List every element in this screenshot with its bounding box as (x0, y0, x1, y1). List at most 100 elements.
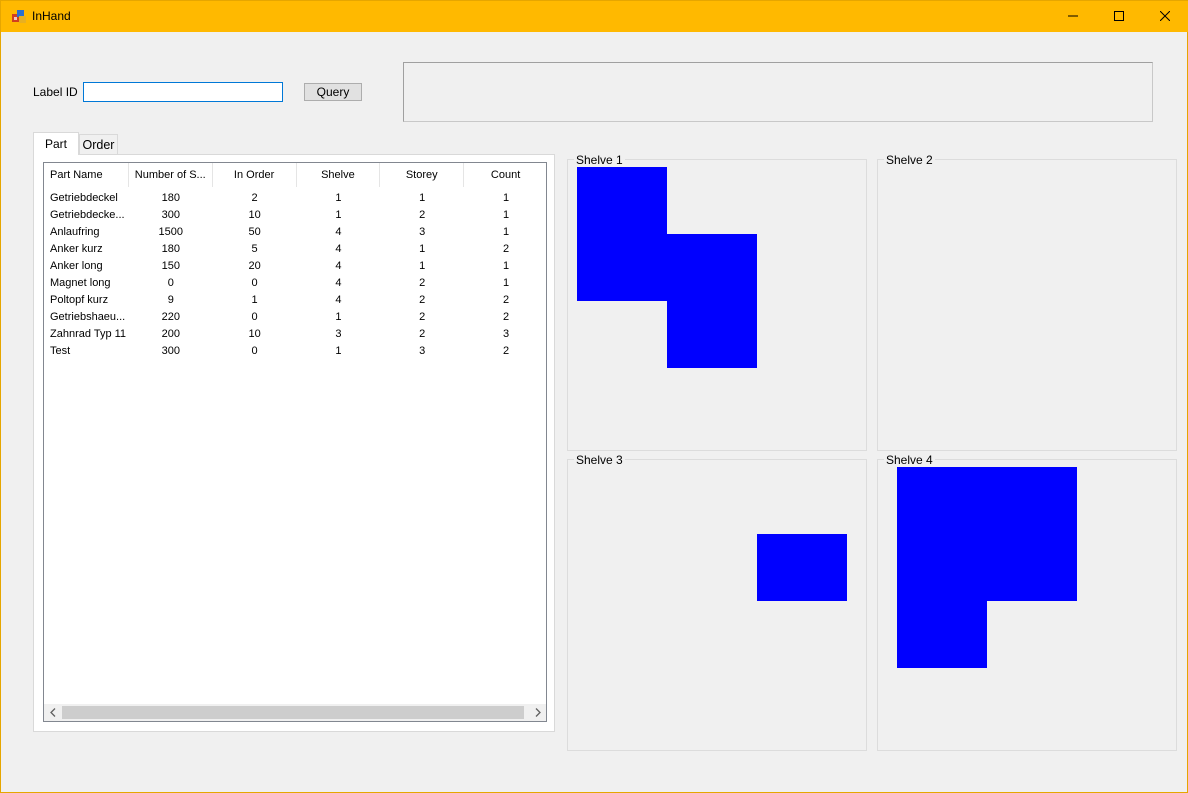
horizontal-scrollbar[interactable] (44, 704, 546, 721)
cell-number-of-stock: 1500 (158, 225, 183, 238)
cell-count: 1 (503, 276, 510, 289)
shelve-1-occupied-cell (667, 234, 757, 301)
table-row[interactable]: Getriebshaeu... 220 0 1 2 2 (44, 308, 546, 325)
cell-count: 1 (503, 208, 510, 221)
shelve-4-occupied-cell (897, 601, 987, 668)
cell-count: 2 (503, 242, 510, 255)
message-box (403, 62, 1153, 122)
cell-in-order: 1 (251, 293, 258, 306)
cell-part-name: Anlaufring (50, 225, 100, 238)
cell-storey: 2 (419, 208, 426, 221)
table-row[interactable]: Getriebdeckel 180 2 1 1 1 (44, 189, 546, 206)
cell-part-name: Getriebdecke... (50, 208, 125, 221)
label-id-label: Label ID (33, 85, 78, 99)
shelve-2-panel: Shelve 2 (877, 153, 1177, 451)
shelve-2-label: Shelve 2 (884, 153, 935, 167)
table-row[interactable]: Magnet long 0 0 4 2 1 (44, 274, 546, 291)
cell-number-of-stock: 150 (161, 259, 180, 272)
cell-storey: 2 (419, 293, 426, 306)
cell-shelve: 1 (335, 344, 342, 357)
cell-storey: 2 (419, 310, 426, 323)
maximize-button[interactable] (1096, 1, 1142, 31)
shelve-4-occupied-cell (897, 467, 987, 534)
column-header-in-order[interactable]: In Order (213, 163, 297, 187)
cell-count: 2 (503, 293, 510, 306)
cell-number-of-stock: 300 (161, 344, 180, 357)
cell-part-name: Anker long (50, 259, 103, 272)
shelve-3-occupied-cell (757, 534, 847, 601)
table-row[interactable]: Anker long 150 20 4 1 1 (44, 257, 546, 274)
cell-shelve: 4 (335, 259, 342, 272)
cell-part-name: Zahnrad Typ 11 (50, 327, 127, 340)
maximize-icon (1114, 11, 1124, 21)
column-header-shelve[interactable]: Shelve (297, 163, 381, 187)
cell-count: 1 (503, 259, 510, 272)
shelve-1-occupied-cell (667, 301, 757, 368)
window-title: InHand (32, 9, 71, 23)
shelve-4-occupied-cell (987, 534, 1077, 601)
cell-in-order: 0 (251, 344, 258, 357)
column-header-storey[interactable]: Storey (380, 163, 465, 187)
cell-shelve: 4 (335, 276, 342, 289)
cell-shelve: 4 (335, 225, 342, 238)
label-id-input[interactable] (83, 82, 283, 102)
cell-part-name: Getriebdeckel (50, 191, 118, 204)
cell-shelve: 1 (335, 208, 342, 221)
cell-storey: 3 (419, 225, 426, 238)
cell-storey: 1 (419, 191, 426, 204)
table-row[interactable]: Poltopf kurz 9 1 4 2 2 (44, 291, 546, 308)
cell-shelve: 3 (335, 327, 342, 340)
app-window: InHand Label ID Query Part Order Part Na… (0, 0, 1188, 793)
close-button[interactable] (1142, 1, 1188, 31)
cell-in-order: 10 (248, 208, 261, 221)
table-row[interactable]: Getriebdecke... 300 10 1 2 1 (44, 206, 546, 223)
cell-in-order: 50 (248, 225, 261, 238)
scroll-left-button[interactable] (44, 704, 61, 721)
table-row[interactable]: Anker kurz 180 5 4 1 2 (44, 240, 546, 257)
shelve-1-occupied-cell (577, 167, 667, 234)
cell-number-of-stock: 0 (167, 276, 174, 289)
table-row[interactable]: Test 300 0 1 3 2 (44, 342, 546, 359)
cell-number-of-stock: 200 (161, 327, 180, 340)
cell-shelve: 1 (335, 191, 342, 204)
shelve-1-occupied-cell (577, 234, 667, 301)
column-header-count[interactable]: Count (464, 163, 546, 187)
shelve-4-occupied-cell (897, 534, 987, 601)
cell-storey: 1 (419, 259, 426, 272)
cell-count: 1 (503, 191, 510, 204)
close-icon (1160, 11, 1170, 21)
shelve-3-label: Shelve 3 (574, 453, 625, 467)
cell-part-name: Test (50, 344, 71, 357)
table-row[interactable]: Anlaufring 1500 50 4 3 1 (44, 223, 546, 240)
cell-in-order: 0 (251, 276, 258, 289)
shelve-4-label: Shelve 4 (884, 453, 935, 467)
shelve-3-panel: Shelve 3 (567, 453, 867, 751)
cell-number-of-stock: 180 (161, 242, 180, 255)
scrollbar-thumb[interactable] (62, 706, 524, 719)
cell-count: 3 (503, 327, 510, 340)
chevron-right-icon (535, 708, 541, 717)
list-header: Part Name Number of S... In Order Shelve… (44, 163, 546, 187)
title-bar[interactable]: InHand (1, 1, 1188, 32)
cell-number-of-stock: 220 (161, 310, 180, 323)
cell-number-of-stock: 180 (161, 191, 180, 204)
table-row[interactable]: Zahnrad Typ 11 200 10 3 2 3 (44, 325, 546, 342)
parts-list[interactable]: Part Name Number of S... In Order Shelve… (43, 162, 547, 722)
minimize-button[interactable] (1050, 1, 1096, 31)
cell-count: 1 (503, 225, 510, 238)
chevron-left-icon (49, 708, 55, 717)
cell-shelve: 4 (335, 242, 342, 255)
cell-part-name: Poltopf kurz (50, 293, 109, 306)
column-header-number-of-stock[interactable]: Number of S... (129, 163, 213, 187)
shelve-1-label: Shelve 1 (574, 153, 625, 167)
cell-part-name: Anker kurz (50, 242, 103, 255)
cell-shelve: 4 (335, 293, 342, 306)
list-rows: Getriebdeckel 180 2 1 1 1 Getriebdecke..… (44, 189, 546, 359)
tab-part[interactable]: Part (33, 132, 79, 155)
scroll-right-button[interactable] (529, 704, 546, 721)
column-header-part-name[interactable]: Part Name (44, 163, 129, 187)
tab-order[interactable]: Order (79, 134, 118, 154)
cell-shelve: 1 (335, 310, 342, 323)
cell-storey: 2 (419, 327, 426, 340)
query-button[interactable]: Query (304, 83, 362, 101)
